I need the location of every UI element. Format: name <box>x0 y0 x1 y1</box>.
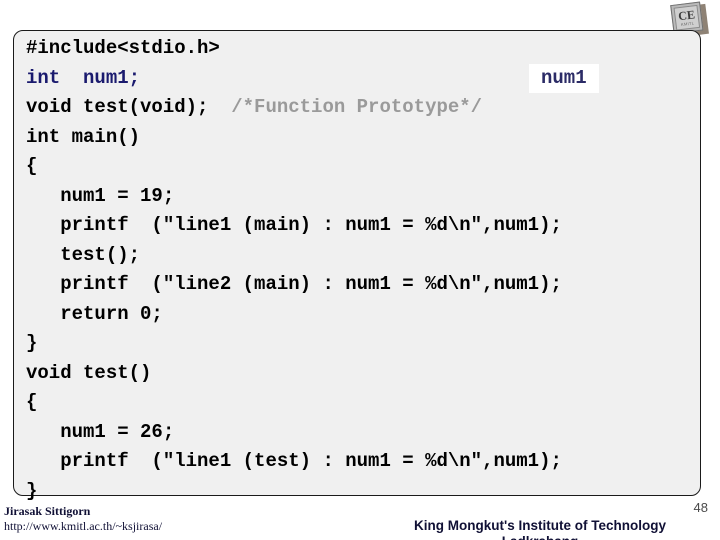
code-token: /*Function Prototype*/ <box>231 96 483 118</box>
code-line: printf ("line1 (main) : num1 = %d\n",num… <box>26 211 694 241</box>
code-token: num1 = 26; <box>26 420 175 443</box>
code-line: } <box>26 329 694 359</box>
code-line: int main() <box>26 123 694 153</box>
code-token: void test() <box>26 361 152 384</box>
code-line: num1 = 19; <box>26 182 694 212</box>
code-line: printf ("line2 (main) : num1 = %d\n",num… <box>26 270 694 300</box>
footer-org-line1: King Mongkut's Institute of Technology <box>414 518 666 533</box>
code-token: num1 = 19; <box>26 184 175 207</box>
footer-author: Jirasak Sittigorn <box>4 504 91 518</box>
code-token: { <box>26 155 38 177</box>
code-line: printf ("line1 (test) : num1 = %d\n",num… <box>26 447 694 477</box>
code-token: printf ("line1 (main) : num1 = %d\n",num… <box>26 214 562 236</box>
footer-org-line2: Ladkrabang <box>360 534 720 540</box>
code-line: #include<stdio.h> <box>26 34 694 64</box>
footer-organization: King Mongkut's Institute of Technology L… <box>360 518 720 540</box>
slide-canvas: CE KMITL #include<stdio.h> int num1; void … <box>0 0 720 540</box>
code-token: printf ("line1 (test) : num1 = %d\n",num… <box>26 450 562 472</box>
code-line: { <box>26 388 694 418</box>
code-token: int num1; <box>26 66 141 89</box>
code-line: return 0; <box>26 300 694 330</box>
code-token: test(); <box>26 243 141 266</box>
callout-num1-label: num1 <box>529 64 599 93</box>
code-panel: #include<stdio.h> int num1; void test(void… <box>13 30 701 502</box>
code-token: { <box>26 391 38 413</box>
code-token: void test(void); <box>26 96 232 118</box>
code-token: int main() <box>26 125 141 148</box>
code-token: printf ("line2 (main) : num1 = %d\n",num… <box>26 273 562 295</box>
code-line: void test() <box>26 359 694 389</box>
code-token: } <box>26 479 38 502</box>
code-line: void test(void); /*Function Prototype*/ <box>26 93 694 123</box>
code-line: { <box>26 152 694 182</box>
code-token: } <box>26 332 38 354</box>
code-line: test(); <box>26 241 694 271</box>
code-line: } <box>26 477 694 507</box>
code-listing: #include<stdio.h> int num1; void test(void… <box>26 34 694 506</box>
code-token: #include<stdio.h> <box>26 37 220 59</box>
code-line: num1 = 26; <box>26 418 694 448</box>
code-token: return 0; <box>26 302 163 325</box>
page-number: 48 <box>693 500 708 515</box>
